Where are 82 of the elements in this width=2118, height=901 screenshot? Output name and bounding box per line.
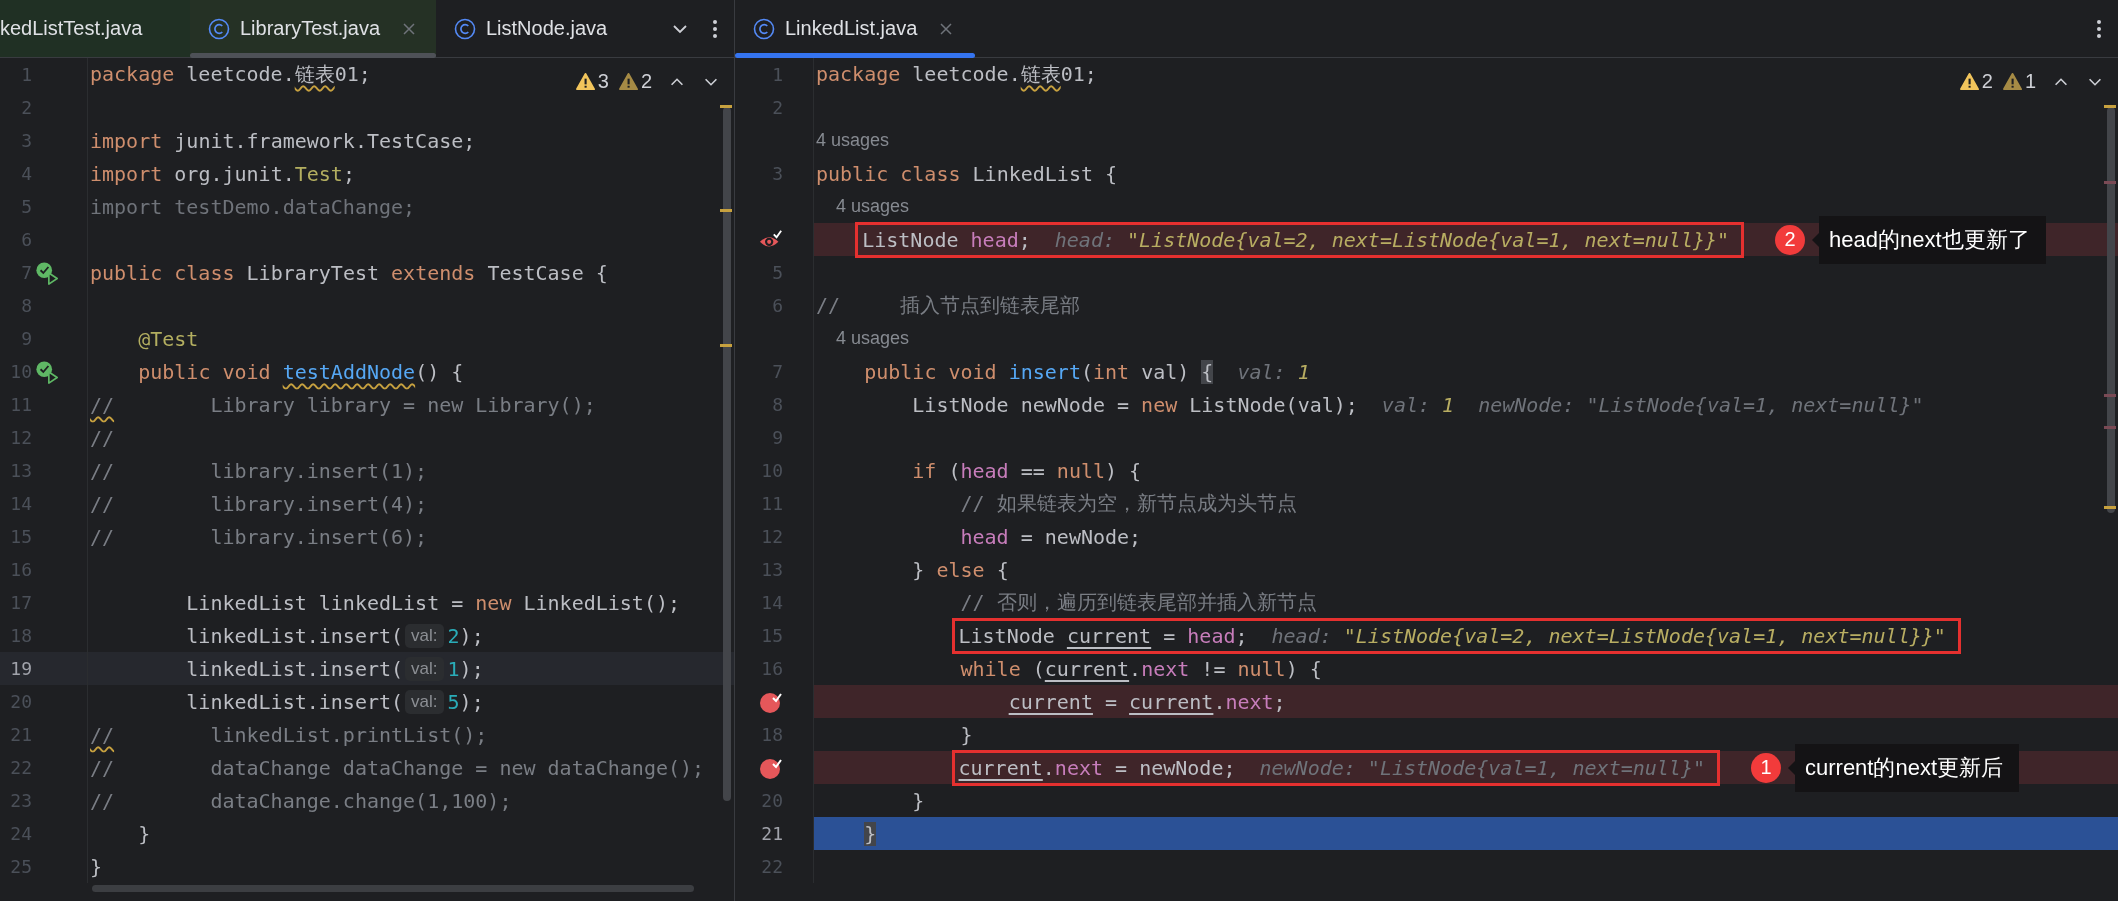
code-text: 2); — [447, 623, 484, 648]
code-text: // library.insert(4); — [90, 491, 428, 516]
more-options-icon[interactable] — [712, 17, 718, 40]
code-text: import org.junit.Test; — [90, 161, 355, 186]
editor-tab[interactable]: LinkedList.java — [735, 0, 975, 57]
parameter-hint: val: — [405, 689, 444, 714]
code-text: public class LibraryTest extends TestCase { — [90, 260, 608, 285]
code-text: public class LinkedList { — [816, 161, 1118, 186]
code-text: ListNode head; — [862, 227, 1031, 252]
code-text: linkedList.insert( — [186, 656, 404, 681]
inline-value-hint: val: 1 — [1381, 392, 1455, 417]
code-text: } — [912, 788, 925, 813]
editor-tab[interactable]: ListNode.java — [436, 0, 626, 57]
problem-count: 1 — [2024, 70, 2036, 93]
parameter-hint: val: — [405, 623, 444, 648]
usages-hint[interactable]: 4 usages — [816, 328, 910, 349]
code-text: } — [90, 854, 103, 879]
callout-number: 2 — [1775, 224, 1806, 255]
warning-icon — [618, 72, 638, 91]
horizontal-scrollbar[interactable] — [92, 885, 694, 892]
warning-icon — [1959, 72, 1979, 91]
code-text: package leetcode.链表01; — [816, 61, 1097, 88]
parameter-hint: val: — [405, 656, 444, 681]
code-text: if (head == null) { — [912, 458, 1142, 483]
inline-value-hint: newNode: "ListNode{val=1, next=null}" — [1259, 755, 1705, 780]
code-text: 5); — [447, 689, 484, 714]
code-text: // — [90, 425, 115, 450]
line-number: 21 — [761, 823, 783, 844]
code-text: package leetcode.链表01; — [90, 61, 371, 88]
code-text: // Library library = new Library(); — [90, 392, 596, 417]
code-text: public void testAddNode() { — [138, 359, 464, 384]
callout-number: 1 — [1751, 752, 1781, 783]
code-text: // linkedList.printList(); — [90, 722, 488, 747]
code-text: head = newNode; — [960, 524, 1142, 549]
inline-value-hint: newNode: "ListNode{val=1, next=null}" — [1478, 392, 1924, 417]
code-text: 1); — [447, 656, 484, 681]
usages-hint[interactable]: 4 usages — [816, 196, 910, 217]
code-text: } else { — [912, 557, 1009, 582]
test-run-icon[interactable] — [35, 359, 59, 384]
code-text: public void insert(int val) { — [864, 359, 1214, 384]
editor-tab[interactable]: LibraryTest.java — [190, 0, 436, 57]
test-run-icon[interactable] — [35, 260, 59, 285]
close-icon[interactable] — [939, 21, 954, 36]
code-text: } — [960, 722, 973, 747]
code-text: // dataChange dataChange = new dataChange(); — [90, 755, 705, 780]
close-icon[interactable] — [402, 21, 417, 36]
code-text: linkedList.insert( — [186, 623, 404, 648]
more-options-icon[interactable] — [2096, 17, 2102, 40]
problem-count: 2 — [640, 70, 652, 93]
class-icon — [753, 17, 775, 40]
usages-hint[interactable]: 4 usages — [816, 130, 890, 151]
inline-value-hint: head: "ListNode{val=2, next=ListNode{val=1, next=null}}" — [1054, 227, 1730, 252]
code-text: ListNode current = head; — [958, 623, 1248, 648]
code-text: // 否则，遍历到链表尾部并插入新节点 — [960, 589, 1317, 616]
code-text: // library.insert(6); — [90, 524, 428, 549]
callout-label: head的next也更新了 — [1812, 215, 2046, 264]
class-icon — [208, 17, 230, 40]
code-text: while (current.next != null) { — [960, 656, 1322, 681]
code-text: // 插入节点到链表尾部 — [816, 292, 1081, 319]
class-icon — [454, 17, 476, 40]
warning-icon — [575, 72, 595, 91]
warning-icon — [2002, 72, 2022, 91]
code-text: } — [138, 821, 151, 846]
code-text: // dataChange.change(1,100); — [90, 788, 512, 813]
line-number: 19 — [10, 658, 32, 679]
problem-count: 2 — [1981, 70, 1993, 93]
problem-count: 3 — [597, 70, 609, 93]
code-text: import testDemo.dataChange; — [90, 194, 416, 219]
code-text: @Test — [138, 326, 199, 351]
code-text: current = current.next; — [1008, 689, 1286, 714]
code-text: linkedList.insert( — [186, 689, 404, 714]
code-text: current.next = newNode; — [958, 755, 1236, 780]
inline-value-hint: head: "ListNode{val=2, next=ListNode{val=1, next=null}}" — [1271, 623, 1946, 648]
code-text: LinkedList linkedList = new LinkedList(); — [186, 590, 681, 615]
code-text: } — [864, 821, 877, 846]
callout-label: current的next更新后 — [1788, 743, 2020, 792]
code-text: // 如果链表为空，新节点成为头节点 — [960, 490, 1297, 517]
code-text: ListNode newNode = new ListNode(val); — [912, 392, 1358, 417]
code-text: // library.insert(1); — [90, 458, 428, 483]
code-text: import junit.framework.TestCase; — [90, 128, 476, 153]
editor-tab[interactable]: kedListTest.java — [0, 0, 190, 57]
inline-value-hint: val: 1 — [1237, 359, 1310, 384]
